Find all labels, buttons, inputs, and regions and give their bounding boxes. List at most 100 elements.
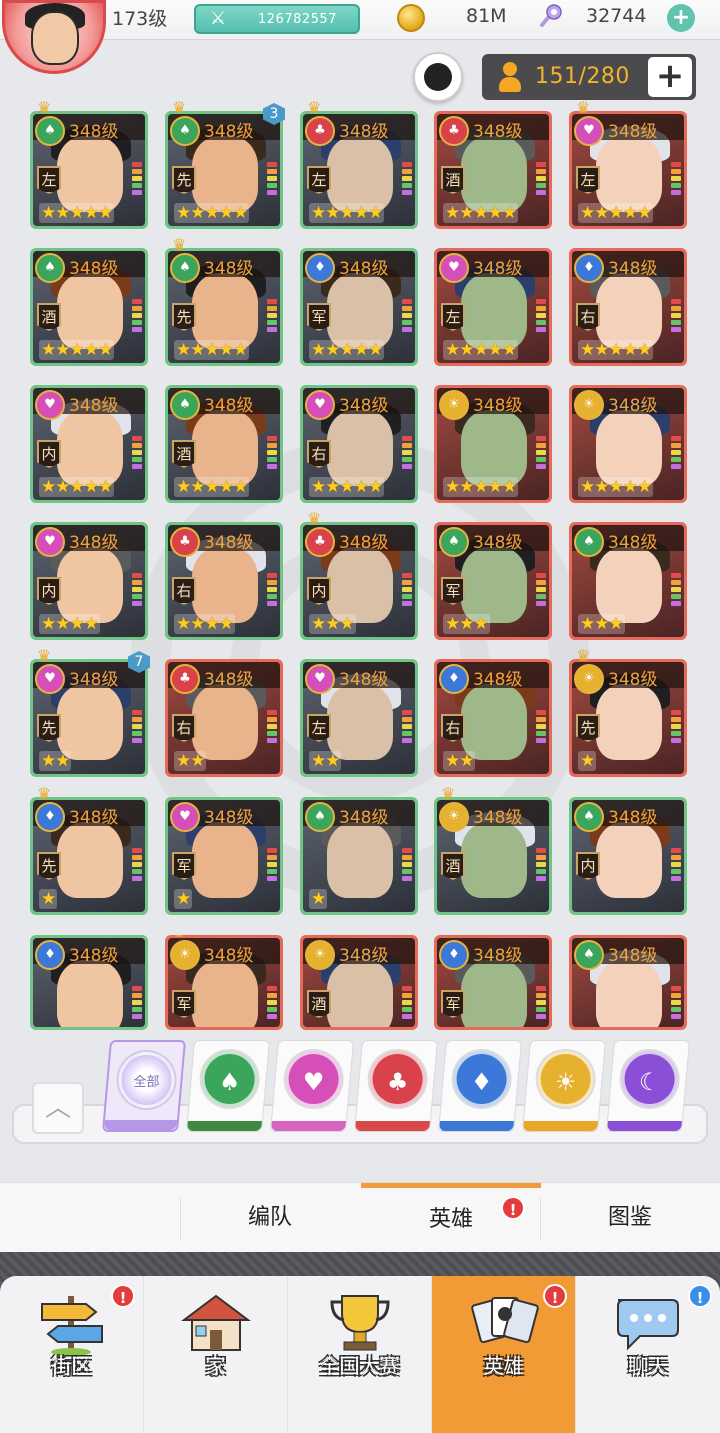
hero-card[interactable]: 348级 ♠ 先 ★★★★★ ♛ 3 xyxy=(165,98,285,229)
hero-card[interactable]: 348级 ♦ 先 ★ ♛ xyxy=(30,784,148,915)
hero-attribute-bars xyxy=(671,986,681,1026)
hero-card[interactable]: 348级 ☀ 酒 xyxy=(300,935,418,1030)
green-faction-emblem-icon: ♠ xyxy=(35,253,65,283)
hero-attribute-bars xyxy=(536,848,546,888)
hero-level: 348级 xyxy=(69,808,119,828)
hero-portrait xyxy=(57,410,123,486)
tab-codex[interactable]: 图鉴 xyxy=(540,1183,720,1253)
hero-card[interactable]: 348级 ♠ 左 ★★★★★ ♛ xyxy=(30,98,148,229)
hero-portrait xyxy=(461,822,527,898)
hero-card[interactable]: 348级 ♣ 右 ★★ xyxy=(165,659,283,777)
hero-level: 348级 xyxy=(608,122,658,142)
hero-position-tag: 酒 xyxy=(441,166,465,194)
hero-portrait-frame: 348级 ♠ 先 ★★★★★ xyxy=(168,114,280,226)
hero-card[interactable]: 348级 ♥ 内 ★★★★★ xyxy=(30,385,148,503)
hero-card[interactable]: 348级 ♦ 军 xyxy=(434,935,552,1030)
hero-card[interactable]: 348级 ♠ ★ xyxy=(300,797,418,915)
hero-card[interactable]: 348级 ♦ 军 ★★★★★ xyxy=(300,248,418,366)
hero-card[interactable]: 348级 ♥ 内 ★★★★ xyxy=(30,522,148,640)
hero-card[interactable]: 348级 ♠ 内 xyxy=(569,797,687,915)
hero-card[interactable]: 348级 ☀ 先 ★ ♛ xyxy=(569,646,687,777)
hero-card[interactable]: 348级 ☀ ★★★★★ xyxy=(434,385,552,503)
hero-card[interactable]: 348级 ♠ 酒 ★★★★★ xyxy=(30,248,148,366)
hero-card[interactable]: 348级 ♠ 酒 ★★★★★ xyxy=(165,385,283,503)
hero-level: 348级 xyxy=(473,533,523,553)
hero-portrait-frame: 348级 ♥ 左 ★★★★★ xyxy=(572,114,684,226)
pink-faction-emblem-icon: ♥ xyxy=(305,664,335,694)
filter-tab-blue[interactable]: ♦ xyxy=(437,1040,523,1132)
hero-card[interactable]: 348级 ♣ 内 ★★★ ♛ xyxy=(300,509,418,640)
hero-position-tag: 右 xyxy=(576,303,600,331)
nav-item-hero-cards[interactable]: 英雄! xyxy=(432,1276,576,1433)
hero-portrait-frame: 348级 ♦ xyxy=(33,938,145,1027)
filter-tab-purple[interactable]: ☾ xyxy=(605,1040,691,1132)
hero-card[interactable]: 348级 ♠ xyxy=(569,935,687,1030)
hero-portrait xyxy=(461,547,527,623)
hero-portrait xyxy=(596,822,662,898)
hero-position-tag: 左 xyxy=(441,303,465,331)
hero-card[interactable]: 348级 ☀ 酒 ♛ xyxy=(434,784,552,915)
hero-card[interactable]: 348级 ♥ 左 ★★ xyxy=(300,659,418,777)
hero-attribute-bars xyxy=(671,162,681,202)
hero-attribute-bars xyxy=(536,299,546,339)
hero-portrait xyxy=(57,136,123,212)
expand-roster-button[interactable]: + xyxy=(648,57,692,97)
faction-switch-button[interactable] xyxy=(413,52,463,102)
nav-item-trophy[interactable]: 全国大赛 xyxy=(288,1276,432,1433)
faction-emblem-icon xyxy=(424,63,452,91)
hero-level: 348级 xyxy=(69,396,119,416)
hero-portrait-frame: 348级 ☀ 酒 xyxy=(437,800,549,912)
hero-portrait-frame: 348级 ♣ 内 ★★★ xyxy=(303,525,415,637)
hero-card[interactable]: 348级 ♠ 先 ★★★★★ ♛ xyxy=(165,235,283,366)
hero-star-rating: ★★★★ xyxy=(174,614,235,634)
nav-item-signpost[interactable]: 街区! xyxy=(0,1276,144,1433)
scroll-up-button[interactable]: ︿ xyxy=(32,1082,84,1134)
house-icon xyxy=(178,1290,254,1356)
hero-card[interactable]: 348级 ♥ 左 ★★★★★ xyxy=(434,248,552,366)
hero-card[interactable]: 348级 ♦ 右 ★★ xyxy=(434,659,552,777)
green-faction-emblem-icon: ♠ xyxy=(574,527,604,557)
green-faction-emblem-icon: ♠ xyxy=(170,116,200,146)
hero-card[interactable]: 348级 ♦ 右 ★★★★★ xyxy=(569,248,687,366)
pink-faction-emblem-icon: ♥ xyxy=(35,527,65,557)
hero-portrait-frame: 348级 ♠ 军 ★★★ xyxy=(437,525,549,637)
hero-attribute-bars xyxy=(671,299,681,339)
hero-card[interactable]: 348级 ♣ 酒 ★★★★★ xyxy=(434,111,552,229)
gold-faction-emblem-icon: ☀ xyxy=(574,664,604,694)
hero-card[interactable]: 348级 ♠ ★★★ xyxy=(569,522,687,640)
hero-position-tag: 酒 xyxy=(172,440,196,468)
nav-item-house[interactable]: 家 xyxy=(144,1276,288,1433)
filter-tab-all[interactable]: 全部 xyxy=(101,1040,187,1132)
hero-portrait xyxy=(596,273,662,349)
hero-card[interactable]: 348级 ♣ 右 ★★★★ xyxy=(165,522,283,640)
hero-card[interactable]: 348级 ♣ 左 ★★★★★ ♛ xyxy=(300,98,418,229)
nav-label: 全国大赛 xyxy=(319,1354,400,1378)
hero-count: 151/280 xyxy=(535,64,630,89)
crown-icon: ♛ xyxy=(172,235,187,254)
hero-card[interactable]: 348级 ☀ ★★★★★ xyxy=(569,385,687,503)
hero-card[interactable]: 348级 ♥ 右 ★★★★★ xyxy=(300,385,418,503)
hero-card[interactable]: 348级 ♦ xyxy=(30,935,148,1030)
hero-portrait xyxy=(327,410,393,486)
filter-tab-pink[interactable]: ♥ xyxy=(269,1040,355,1132)
filter-tab-red[interactable]: ♣ xyxy=(353,1040,439,1132)
tab-formation[interactable]: 编队 xyxy=(180,1183,360,1253)
filter-tab-gold[interactable]: ☀ xyxy=(521,1040,607,1132)
hero-attribute-bars xyxy=(536,573,546,613)
hero-position-tag: 军 xyxy=(307,303,331,331)
hero-attribute-bars xyxy=(402,436,412,476)
hero-portrait-frame: 348级 ♠ 先 ★★★★★ xyxy=(168,251,280,363)
hero-card[interactable]: 348级 ♠ 军 ★★★ xyxy=(434,522,552,640)
hero-card[interactable]: 348级 ♥ 先 ★★ ♛ 7 xyxy=(30,646,150,777)
hero-card[interactable]: 348级 ♥ 左 ★★★★★ ♛ xyxy=(569,98,687,229)
crown-icon: ♛ xyxy=(37,784,52,803)
hero-position-tag: 先 xyxy=(576,714,600,742)
hero-position-tag: 酒 xyxy=(37,303,61,331)
nav-alert-badge: ! xyxy=(688,1284,712,1308)
nav-item-chat-bubble[interactable]: 聊天! xyxy=(576,1276,720,1433)
add-gems-button[interactable]: + xyxy=(667,4,695,32)
hero-card[interactable]: 348级 ♥ 军 ★ xyxy=(165,797,283,915)
hero-card[interactable]: 348级☀ 军 ♛ xyxy=(165,935,283,1030)
filter-tab-green[interactable]: ♠ xyxy=(185,1040,271,1132)
hero-attribute-bars xyxy=(402,299,412,339)
